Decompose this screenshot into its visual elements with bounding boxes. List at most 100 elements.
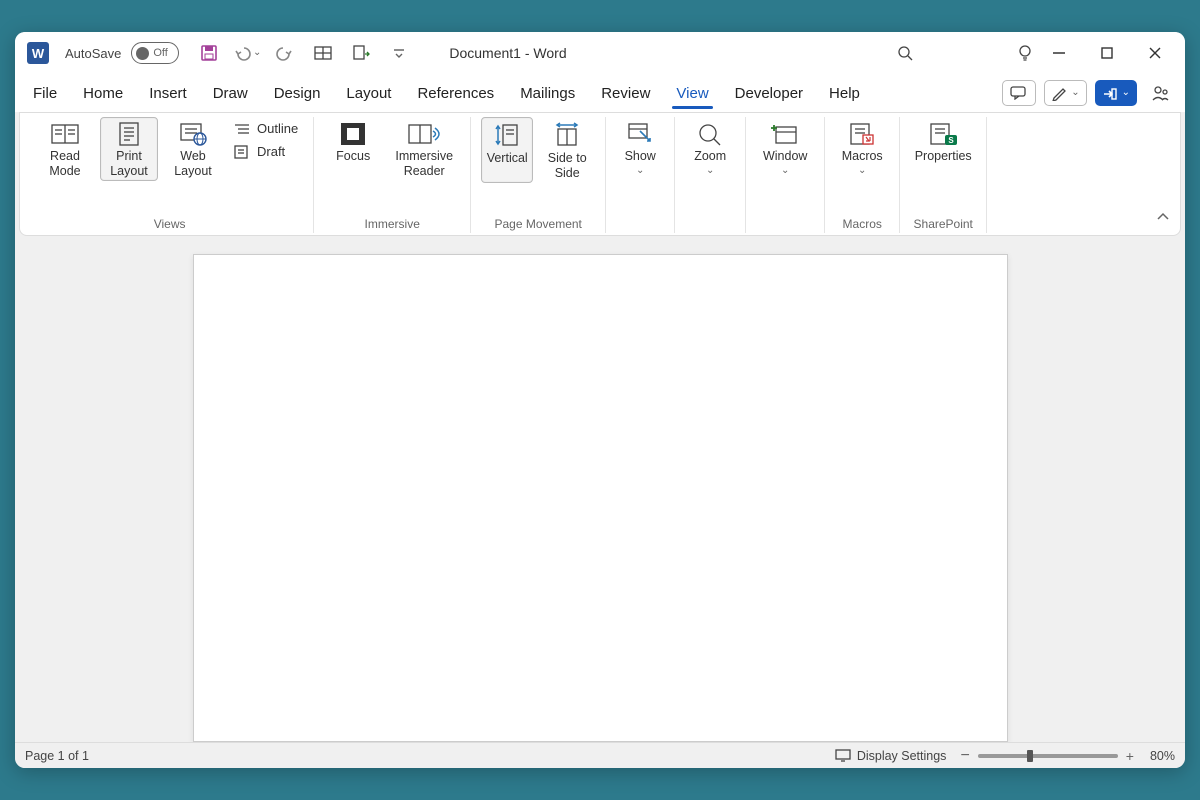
tabs-list: File Home Insert Draw Design Layout Refe… <box>23 81 870 106</box>
focus-button[interactable]: Focus <box>324 117 382 181</box>
monitor-icon <box>835 749 851 763</box>
title-bar: W AutoSave Off ⌄ <box>15 32 1185 74</box>
group-views: Read Mode Print Layout Web Layout Outlin… <box>26 117 314 233</box>
search-button[interactable] <box>891 39 919 67</box>
zoom-in-button[interactable]: + <box>1126 748 1134 764</box>
show-icon <box>626 121 654 147</box>
tab-design[interactable]: Design <box>264 81 331 106</box>
customize-icon <box>392 46 406 60</box>
tab-home[interactable]: Home <box>73 81 133 106</box>
draft-icon <box>233 145 251 159</box>
save-button[interactable] <box>195 39 223 67</box>
document-title: Document1 - Word <box>419 45 885 61</box>
group-zoom: Zoom ⌄ <box>675 117 746 233</box>
views-group-label: Views <box>154 214 186 233</box>
group-sharepoint: S Properties SharePoint <box>900 117 987 233</box>
close-icon <box>1148 46 1162 60</box>
redo-button[interactable] <box>271 39 299 67</box>
grid-icon <box>314 45 332 61</box>
tab-view[interactable]: View <box>666 81 718 106</box>
document-area[interactable] <box>15 236 1185 742</box>
document-page[interactable] <box>193 254 1008 742</box>
vertical-button[interactable]: Vertical <box>481 117 533 183</box>
read-mode-label: Read Mode <box>38 149 92 179</box>
focus-icon <box>339 121 367 147</box>
document-arrow-icon <box>352 44 370 62</box>
share-icon <box>1102 86 1118 100</box>
properties-label: Properties <box>915 149 972 179</box>
show-button[interactable]: Show ⌄ <box>616 117 664 178</box>
web-layout-label: Web Layout <box>166 149 220 179</box>
chevron-down-icon: ⌄ <box>858 166 866 176</box>
group-macros: Macros ⌄ Macros <box>825 117 900 233</box>
read-mode-button[interactable]: Read Mode <box>36 117 94 181</box>
share-button[interactable]: ⌄ <box>1095 80 1137 106</box>
immersive-reader-label: Immersive Reader <box>390 149 458 179</box>
maximize-icon <box>1100 46 1114 60</box>
zoom-label: Zoom <box>694 149 726 164</box>
tab-layout[interactable]: Layout <box>336 81 401 106</box>
tab-file[interactable]: File <box>23 81 67 106</box>
account-button[interactable] <box>1145 80 1177 106</box>
side-to-side-label: Side to Side <box>541 151 593 181</box>
macros-button[interactable]: Macros ⌄ <box>835 117 889 178</box>
search-icon <box>896 44 914 62</box>
tab-insert[interactable]: Insert <box>139 81 197 106</box>
window-label: Window <box>763 149 807 164</box>
qat-customize-button[interactable] <box>385 39 413 67</box>
tips-button[interactable] <box>1011 39 1039 67</box>
slider-knob[interactable] <box>1027 750 1033 762</box>
window-button[interactable]: Window ⌄ <box>756 117 814 178</box>
chevron-down-icon: ⌄ <box>781 166 789 176</box>
immersive-reader-button[interactable]: Immersive Reader <box>388 117 460 181</box>
quick-access-toolbar: ⌄ <box>195 39 413 67</box>
zoom-button[interactable]: Zoom ⌄ <box>685 117 735 178</box>
qat-grid-button[interactable] <box>309 39 337 67</box>
side-icon <box>552 121 582 149</box>
tab-mailings[interactable]: Mailings <box>510 81 585 106</box>
editing-mode-button[interactable]: ⌄ <box>1044 80 1086 106</box>
draft-button[interactable]: Draft <box>228 142 303 161</box>
web-icon <box>178 121 208 147</box>
autosave-state: Off <box>153 47 167 59</box>
redo-icon <box>276 44 294 62</box>
collapse-ribbon-button[interactable] <box>1156 209 1170 227</box>
web-layout-button[interactable]: Web Layout <box>164 117 222 181</box>
outline-label: Outline <box>257 121 298 136</box>
tab-references[interactable]: References <box>407 81 504 106</box>
undo-button[interactable]: ⌄ <box>233 39 261 67</box>
sharepoint-group-label: SharePoint <box>914 214 973 233</box>
chevron-down-icon: ⌄ <box>1122 88 1130 98</box>
autosave-label: AutoSave <box>65 46 121 61</box>
outline-button[interactable]: Outline <box>228 119 303 138</box>
tab-review[interactable]: Review <box>591 81 660 106</box>
autosave-toggle[interactable]: Off <box>131 42 179 64</box>
side-to-side-button[interactable]: Side to Side <box>539 117 595 183</box>
display-settings-button[interactable]: Display Settings <box>835 749 947 763</box>
tab-developer[interactable]: Developer <box>725 81 813 106</box>
display-settings-label: Display Settings <box>857 749 947 763</box>
qat-doc-button[interactable] <box>347 39 375 67</box>
zoom-out-button[interactable]: − <box>960 747 969 765</box>
zoom-level[interactable]: 80% <box>1150 749 1175 763</box>
zoom-icon <box>696 121 724 147</box>
page-movement-group-label: Page Movement <box>495 214 582 233</box>
close-button[interactable] <box>1141 39 1169 67</box>
tab-draw[interactable]: Draw <box>203 81 258 106</box>
comments-button[interactable] <box>1002 80 1036 106</box>
maximize-button[interactable] <box>1093 39 1121 67</box>
undo-icon <box>233 44 253 62</box>
macros-icon <box>847 121 877 147</box>
print-layout-button[interactable]: Print Layout <box>100 117 158 181</box>
page-count[interactable]: Page 1 of 1 <box>25 749 89 763</box>
minimize-button[interactable] <box>1045 39 1073 67</box>
chevron-down-icon: ⌄ <box>706 166 714 176</box>
zoom-slider[interactable] <box>978 754 1118 758</box>
properties-button[interactable]: S Properties <box>910 117 976 181</box>
focus-label: Focus <box>336 149 370 179</box>
group-window: Window ⌄ <box>746 117 825 233</box>
tab-help[interactable]: Help <box>819 81 870 106</box>
status-bar: Page 1 of 1 Display Settings − + 80% <box>15 742 1185 768</box>
minimize-icon <box>1052 46 1066 60</box>
ribbon-tabs: File Home Insert Draw Design Layout Refe… <box>15 74 1185 112</box>
